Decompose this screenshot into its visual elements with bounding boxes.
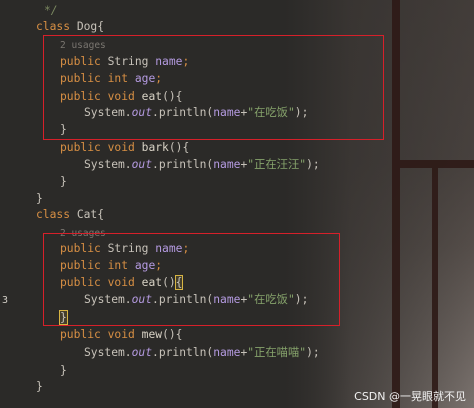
code-line[interactable]: } bbox=[60, 173, 67, 191]
class-name: Cat bbox=[76, 208, 98, 221]
class-name: Dog bbox=[76, 20, 98, 33]
return-type: void bbox=[107, 328, 135, 341]
line-number-gutter: 3 bbox=[0, 0, 30, 408]
call-end: ); bbox=[306, 346, 320, 359]
modifier: public bbox=[60, 141, 101, 154]
window-frame-decoration bbox=[400, 160, 474, 168]
close-brace: } bbox=[36, 380, 43, 393]
call-end: ); bbox=[306, 158, 320, 171]
close-brace: } bbox=[60, 175, 67, 188]
highlight-box-dog bbox=[43, 35, 384, 140]
println-call: .println( bbox=[152, 158, 214, 171]
name-arg: name bbox=[213, 346, 241, 359]
code-line[interactable]: class Dog{ bbox=[36, 18, 104, 36]
close-brace: } bbox=[36, 192, 43, 205]
println-call: .println( bbox=[152, 346, 214, 359]
comment-text: */ bbox=[44, 4, 58, 17]
name-arg: name bbox=[213, 158, 241, 171]
window-frame-decoration bbox=[432, 168, 438, 408]
out-field: out bbox=[131, 346, 153, 359]
keyword-class: class bbox=[36, 20, 71, 33]
highlight-box-cat bbox=[43, 233, 340, 326]
method-signature: (){ bbox=[162, 328, 183, 341]
csdn-watermark: CSDN @一晃眼就不见 bbox=[354, 390, 466, 403]
string-literal: "正在汪汪" bbox=[247, 158, 307, 171]
open-brace: { bbox=[97, 208, 105, 221]
keyword-class: class bbox=[36, 208, 71, 221]
line-number: 3 bbox=[2, 295, 9, 306]
code-line[interactable]: } bbox=[60, 362, 67, 380]
method-name: mew bbox=[141, 328, 163, 341]
system-ref: System. bbox=[84, 346, 132, 359]
code-line[interactable]: public void mew(){ bbox=[60, 326, 182, 344]
string-literal: "正在喵喵" bbox=[247, 346, 307, 359]
code-line[interactable]: } bbox=[36, 378, 43, 396]
code-line[interactable]: public void bark(){ bbox=[60, 139, 189, 157]
code-line[interactable]: System.out.println(name+"正在汪汪"); bbox=[84, 156, 320, 174]
code-line[interactable]: System.out.println(name+"正在喵喵"); bbox=[84, 344, 320, 362]
out-field: out bbox=[131, 158, 153, 171]
close-brace: } bbox=[60, 364, 67, 377]
code-line[interactable]: class Cat{ bbox=[36, 206, 104, 224]
window-frame-decoration bbox=[392, 0, 400, 408]
return-type: void bbox=[107, 141, 135, 154]
system-ref: System. bbox=[84, 158, 132, 171]
method-name: bark bbox=[141, 141, 169, 154]
method-signature: (){ bbox=[168, 141, 190, 154]
open-brace: { bbox=[97, 20, 105, 33]
modifier: public bbox=[60, 328, 101, 341]
